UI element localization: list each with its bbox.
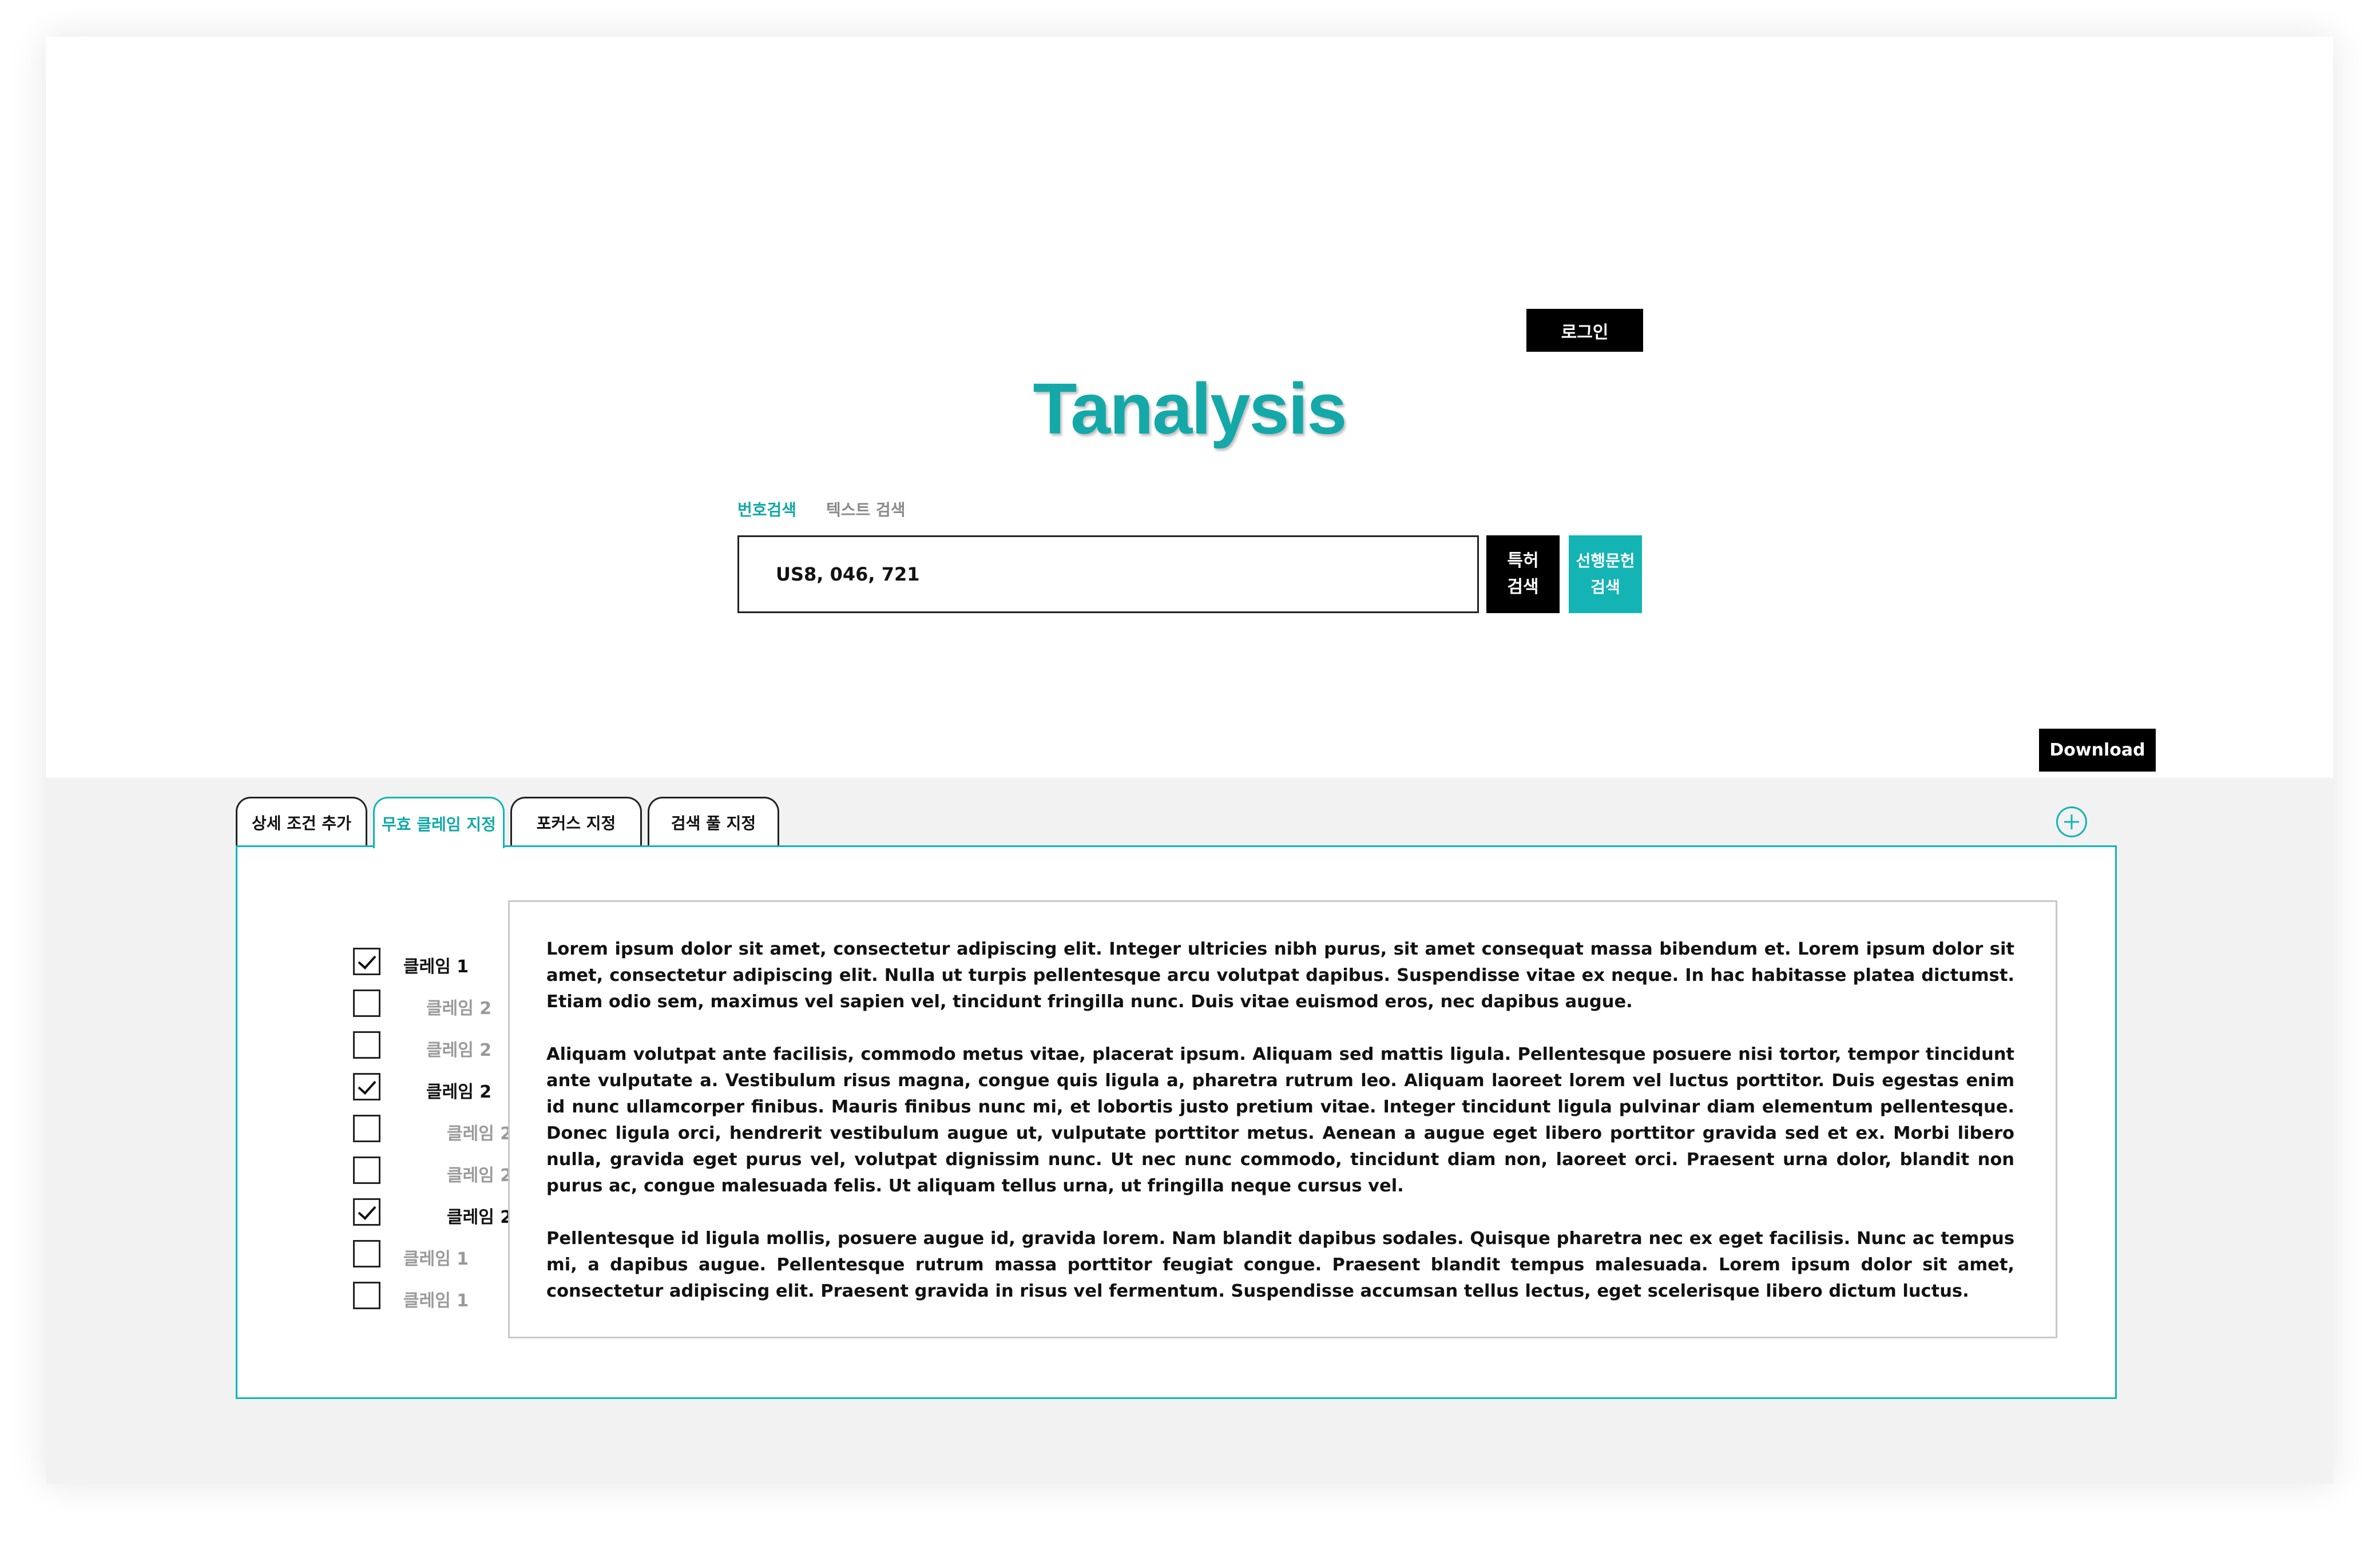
tab-text-search[interactable]: 텍스트 검색: [826, 498, 906, 520]
claim-row: 클레임 1: [353, 1239, 469, 1269]
claim-row: 클레임 2: [353, 1030, 491, 1060]
claim-label: 클레임 1: [403, 957, 469, 977]
search-input[interactable]: [737, 535, 1479, 613]
claim-row: 클레임 2: [353, 988, 491, 1019]
claim-row: 클레임 1: [353, 947, 469, 977]
add-icon[interactable]: [2056, 806, 2087, 837]
patent-search-label-line2: 검색: [1507, 577, 1539, 597]
claim-paragraph: Pellentesque id ligula mollis, posuere a…: [546, 1229, 2014, 1301]
claim-label: 클레임 1: [403, 1291, 469, 1311]
claim-row: 클레임 2: [353, 1072, 491, 1102]
claim-label: 클레임 2: [426, 1040, 492, 1060]
login-button[interactable]: 로그인: [1526, 309, 1643, 352]
download-button[interactable]: Download: [2039, 729, 2156, 772]
claim-label: 클레임 2: [426, 1082, 492, 1102]
claim-label: 클레임 2: [447, 1207, 513, 1227]
claim-row: 클레임 1: [353, 1281, 469, 1311]
patent-search-label-line1: 특허: [1507, 551, 1539, 571]
claim-row: 클레임 2: [353, 1114, 512, 1144]
claim-checkbox[interactable]: [353, 1073, 380, 1100]
patent-search-button[interactable]: 특허 검색: [1486, 535, 1560, 613]
claim-checkbox[interactable]: [353, 1115, 380, 1142]
claim-label: 클레임 2: [447, 1166, 513, 1186]
prior-art-search-label-line2: 검색: [1590, 578, 1620, 597]
tab-detail-conditions[interactable]: 상세 조건 추가: [236, 797, 367, 846]
claim-row: 클레임 2: [353, 1155, 512, 1186]
search-header: 로그인 Tanalysis 번호검색 텍스트 검색 특허 검색 선행문헌 검색 …: [46, 37, 2333, 778]
claim-checkbox[interactable]: [353, 1240, 380, 1267]
claim-checkbox[interactable]: [353, 948, 380, 975]
tab-invalid-claims[interactable]: 무효 클레임 지정: [373, 797, 505, 848]
claim-label: 클레임 2: [426, 999, 492, 1019]
claim-checkbox[interactable]: [353, 1198, 380, 1226]
claim-checkbox[interactable]: [353, 1282, 380, 1309]
tab-search-pool[interactable]: 검색 풀 지정: [648, 797, 779, 846]
prior-art-search-button[interactable]: 선행문헌 검색: [1569, 535, 1642, 613]
claim-row: 클레임 2: [353, 1197, 512, 1227]
prior-art-search-label-line1: 선행문헌: [1576, 551, 1635, 570]
claim-checkbox[interactable]: [353, 1031, 380, 1059]
tab-number-search[interactable]: 번호검색: [737, 498, 796, 520]
claim-checkbox[interactable]: [353, 1156, 380, 1184]
logo: Tanalysis: [1033, 368, 1347, 449]
patent-search-label: 특허 검색: [1507, 548, 1538, 601]
claim-checkbox[interactable]: [353, 989, 380, 1017]
claim-label: 클레임 1: [403, 1249, 469, 1269]
tab-focus[interactable]: 포커스 지정: [510, 797, 642, 846]
claim-paragraph: Aliquam volutpat ante facilisis, commodo…: [546, 1044, 2014, 1196]
claim-label: 클레임 2: [447, 1124, 513, 1144]
claim-text-box: Lorem ipsum dolor sit amet, consectetur …: [508, 900, 2057, 1338]
prior-art-search-label: 선행문헌 검색: [1576, 548, 1635, 601]
claim-paragraph: Lorem ipsum dolor sit amet, consectetur …: [546, 939, 2014, 1012]
